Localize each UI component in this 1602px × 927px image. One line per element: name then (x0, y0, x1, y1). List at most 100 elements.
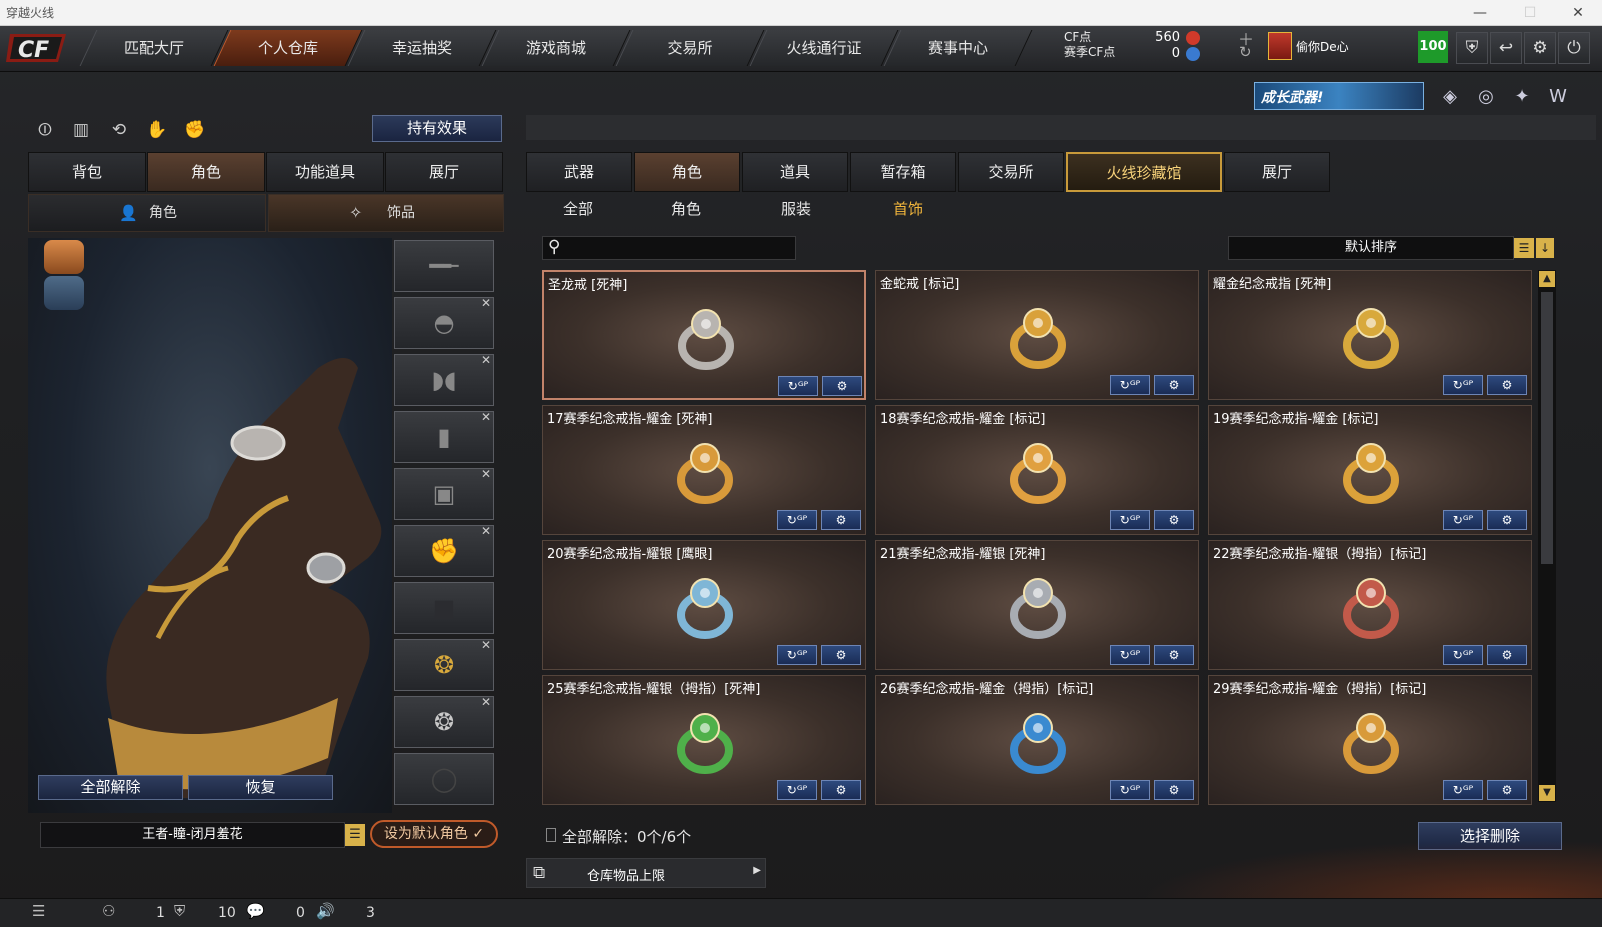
convert-gp-button[interactable]: ↻ᴳᴾ (1443, 510, 1483, 530)
convert-gp-button[interactable]: ↻ᴳᴾ (1443, 780, 1483, 800)
slot-ring-3[interactable]: ◯ (394, 753, 494, 805)
pose-icon[interactable]: ✋ (142, 116, 172, 144)
filter-character[interactable]: 角色 (656, 198, 716, 224)
restore-button[interactable]: 恢复 (188, 775, 333, 800)
item-card[interactable]: 25赛季纪念戒指-耀银（拇指）[死神] ↻ᴳᴾ ⚙ (542, 675, 866, 805)
mask-emblem-icon[interactable] (44, 276, 84, 310)
slot-ring-2[interactable]: ❂ ✕ (394, 695, 494, 748)
nav-tab-warehouse[interactable]: 个人仓库 (213, 30, 363, 66)
tab-showroom[interactable]: 展厅 (385, 152, 503, 192)
animation-icon[interactable]: ✊ (180, 116, 210, 144)
nav-tab-lottery[interactable]: 幸运抽奖 (347, 30, 497, 66)
slot-radio[interactable]: ▮ ✕ (394, 410, 494, 463)
convert-gp-button[interactable]: ↻ᴳᴾ (778, 376, 818, 396)
remove-icon[interactable]: ✕ (481, 353, 491, 367)
item-card[interactable]: 20赛季纪念戒指-耀银 [鹰眼] ↻ᴳᴾ ⚙ (542, 540, 866, 670)
ranking-icon[interactable]: ▥ (66, 116, 96, 144)
remove-icon[interactable]: ✕ (481, 410, 491, 424)
remove-icon[interactable]: ✕ (481, 638, 491, 652)
wings-icon[interactable]: W (1544, 84, 1572, 110)
item-scrollbar[interactable]: ▲ ▼ (1538, 270, 1556, 802)
settings-gear-icon[interactable]: ⚙ (1487, 780, 1527, 800)
power-icon[interactable]: ⏻ (1558, 32, 1590, 64)
badge-v-icon[interactable]: ◈ (1436, 84, 1464, 110)
sort-direction-icon[interactable]: ↓ (1536, 238, 1554, 258)
remove-icon[interactable]: ✕ (481, 296, 491, 310)
subtab-accessories[interactable]: ✧ 饰品 (268, 194, 504, 232)
character-list-icon[interactable]: ☰ (345, 824, 365, 846)
convert-gp-button[interactable]: ↻ᴳᴾ (777, 510, 817, 530)
convert-gp-button[interactable]: ↻ᴳᴾ (1110, 780, 1150, 800)
shield-icon[interactable]: ⛨ (1456, 32, 1488, 64)
filter-costume[interactable]: 服装 (766, 198, 826, 224)
nav-tab-match-hall[interactable]: 匹配大厅 (79, 30, 229, 66)
scroll-down-icon[interactable]: ▼ (1539, 785, 1555, 801)
settings-gear-icon[interactable]: ⚙ (821, 510, 861, 530)
settings-gear-icon[interactable]: ⚙ (1154, 510, 1194, 530)
slot-empty[interactable]: ■ (394, 582, 494, 634)
settings-gear-icon[interactable]: ⚙ (1154, 375, 1194, 395)
tab-function-items[interactable]: 功能道具 (266, 152, 384, 192)
friends-icon[interactable]: ⚇ (102, 902, 115, 920)
item-card[interactable]: 22赛季纪念戒指-耀银（拇指）[标记] ↻ᴳᴾ ⚙ (1208, 540, 1532, 670)
tab-showroom[interactable]: 展厅 (1224, 152, 1330, 192)
item-card[interactable]: 26赛季纪念戒指-耀金（拇指）[标记] ↻ᴳᴾ ⚙ (875, 675, 1199, 805)
convert-gp-button[interactable]: ↻ᴳᴾ (1110, 510, 1150, 530)
remove-icon[interactable]: ✕ (481, 524, 491, 538)
clan-icon[interactable]: ⛨ (174, 902, 185, 920)
storage-limit-bar[interactable]: ⧉ 仓库物品上限 ▶ (526, 858, 766, 888)
filter-all[interactable]: 全部 (548, 198, 608, 224)
unequip-all-button[interactable]: 全部解除 (38, 775, 183, 800)
subtab-character[interactable]: 👤 角色 (28, 194, 266, 232)
tab-storage-box[interactable]: 暂存箱 (850, 152, 956, 192)
globe-icon[interactable]: ◎ (1472, 84, 1500, 110)
item-card[interactable]: 17赛季纪念戒指-耀金 [死神] ↻ᴳᴾ ⚙ (542, 405, 866, 535)
convert-gp-button[interactable]: ↻ᴳᴾ (1110, 375, 1150, 395)
convert-gp-button[interactable]: ↻ᴳᴾ (777, 645, 817, 665)
convert-gp-button[interactable]: ↻ᴳᴾ (1443, 375, 1483, 395)
settings-gear-icon[interactable]: ⚙ (822, 376, 862, 396)
slot-helmet[interactable]: ◓ ✕ (394, 296, 494, 349)
cf-logo-icon[interactable]: CF (6, 28, 74, 68)
remove-icon[interactable]: ✕ (481, 695, 491, 709)
settings-gear-icon[interactable]: ⚙ (1154, 780, 1194, 800)
tab-weapons[interactable]: 武器 (526, 152, 632, 192)
tab-collection-hall[interactable]: 火线珍藏馆 (1066, 152, 1222, 192)
eagle-emblem-icon[interactable] (44, 240, 84, 274)
tab-character[interactable]: 角色 (147, 152, 265, 192)
settings-gear-icon[interactable]: ⚙ (1487, 645, 1527, 665)
gear-icon[interactable]: ⚙ (1524, 32, 1556, 64)
character-preview[interactable]: 全部解除 恢复 (28, 238, 392, 813)
convert-gp-button[interactable]: ↻ᴳᴾ (1110, 645, 1150, 665)
nav-tab-shop[interactable]: 游戏商城 (481, 30, 631, 66)
nav-tab-pass[interactable]: 火线通行证 (749, 30, 899, 66)
tab-exchange[interactable]: 交易所 (958, 152, 1064, 192)
rotate-icon[interactable]: ⟲ (104, 116, 134, 144)
settings-gear-icon[interactable]: ⚙ (821, 780, 861, 800)
remove-icon[interactable]: ✕ (481, 467, 491, 481)
minimize-button[interactable]: — (1458, 0, 1502, 26)
close-button[interactable]: ✕ (1556, 0, 1600, 26)
scroll-thumb[interactable] (1541, 292, 1553, 564)
list-view-icon[interactable]: ☰ (1514, 238, 1534, 258)
menu-icon[interactable]: ☰ (32, 902, 45, 920)
chat-icon[interactable]: 💬 (246, 902, 265, 920)
wolf-icon[interactable]: ✦ (1508, 84, 1536, 110)
item-card[interactable]: 耀金纪念戒指 [死神] ↻ᴳᴾ ⚙ (1208, 270, 1532, 400)
character-name-field[interactable]: 王者-瞳-闭月羞花 (40, 822, 345, 848)
slot-backpack[interactable]: ▣ ✕ (394, 467, 494, 520)
maximize-button[interactable]: ☐ (1508, 0, 1552, 26)
slot-primary-weapon[interactable]: ━╾ (394, 240, 494, 292)
nav-tab-exchange[interactable]: 交易所 (615, 30, 765, 66)
scroll-up-icon[interactable]: ▲ (1539, 271, 1555, 287)
slot-ring-1[interactable]: ❂ ✕ (394, 638, 494, 691)
refresh-icon[interactable]: ↻ (1239, 43, 1252, 61)
item-card[interactable]: 金蛇戒 [标记] ↻ᴳᴾ ⚙ (875, 270, 1199, 400)
settings-gear-icon[interactable]: ⚙ (1154, 645, 1194, 665)
settings-gear-icon[interactable]: ⚙ (1487, 375, 1527, 395)
settings-gear-icon[interactable]: ⚙ (1487, 510, 1527, 530)
sort-dropdown[interactable]: 默认排序 (1228, 236, 1514, 260)
settings-gear-icon[interactable]: ⚙ (821, 645, 861, 665)
item-card[interactable]: 19赛季纪念戒指-耀金 [标记] ↻ᴳᴾ ⚙ (1208, 405, 1532, 535)
tab-items[interactable]: 道具 (742, 152, 848, 192)
